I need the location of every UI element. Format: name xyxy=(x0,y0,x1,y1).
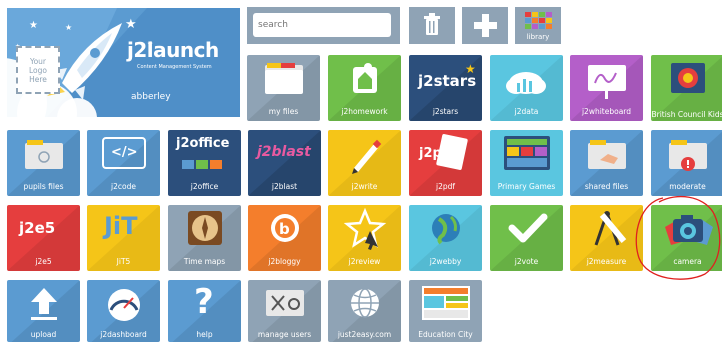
tile-label: shared files xyxy=(584,182,629,191)
tile-label: JiT5 xyxy=(116,257,131,266)
tile-label: moderate xyxy=(669,182,706,191)
tile-label: j2e5 xyxy=(35,257,52,266)
tile-label: just2easy.com xyxy=(337,330,392,339)
tile-label: j2bloggy xyxy=(268,257,301,266)
tile-label: Primary Games xyxy=(497,182,556,191)
tile-j2pdf[interactable]: j2pdf j2pdf xyxy=(409,130,482,196)
tile-j2whiteboard[interactable]: j2whiteboard xyxy=(570,55,643,121)
tile-my-files[interactable]: my files xyxy=(247,55,320,121)
tile-just2easy[interactable]: just2easy.com xyxy=(328,280,401,342)
j2pdf-logo-text: j2pdf xyxy=(419,146,457,161)
tile-j2office[interactable]: j2office j2office xyxy=(168,130,241,196)
j2e5-logo-text: j2e5 xyxy=(19,219,56,237)
plus-icon xyxy=(474,14,497,37)
svg-text:b: b xyxy=(279,220,290,238)
tile-j2data[interactable]: j2data xyxy=(490,55,563,121)
tile-label: j2data xyxy=(514,107,539,116)
help-glyph: ? xyxy=(194,282,214,322)
jit-logo-text: JiT xyxy=(104,212,138,240)
tile-label: j2dashboard xyxy=(100,330,147,339)
tile-j2dashboard[interactable]: j2dashboard xyxy=(87,280,160,342)
tile-label: j2office xyxy=(190,182,219,191)
tile-label: j2pdf xyxy=(435,182,456,191)
logo-placeholder[interactable]: Your Logo Here xyxy=(16,46,60,94)
j2office-logo-text: j2office xyxy=(176,136,230,151)
tile-upload[interactable]: upload xyxy=(7,280,80,342)
tile-label: British Council Kids xyxy=(651,110,722,119)
tile-j2webby[interactable]: j2webby xyxy=(409,205,482,271)
tile-j2bloggy[interactable]: b j2bloggy xyxy=(248,205,321,271)
tile-jit5[interactable]: JiT JiT5 xyxy=(87,205,160,271)
tile-british-council[interactable]: British Council Kids xyxy=(651,55,722,121)
annotation-circle xyxy=(635,195,721,280)
code-glyph: </> xyxy=(111,145,138,160)
add-button[interactable] xyxy=(462,7,508,44)
tile-help[interactable]: ? help xyxy=(168,280,241,342)
tile-j2blast[interactable]: j2blast j2blast xyxy=(248,130,321,196)
tile-label: my files xyxy=(268,107,299,116)
library-label: library xyxy=(526,33,550,41)
j2blast-logo-text: j2blast xyxy=(257,144,311,160)
tile-label: Education City xyxy=(418,330,473,339)
tile-j2vote[interactable]: j2vote xyxy=(490,205,563,271)
tile-label: manage users xyxy=(257,330,312,339)
tile-primary-games[interactable]: Primary Games xyxy=(490,130,563,196)
svg-text:★: ★ xyxy=(65,23,72,32)
tile-label: j2write xyxy=(351,182,378,191)
tile-moderate[interactable]: moderate xyxy=(651,130,722,196)
tile-label: j2stars xyxy=(432,107,459,116)
j2launch-banner: ★ ★ ★ ★ ★ Your Logo Here j2launch Conten… xyxy=(7,8,240,117)
tile-label: j2webby xyxy=(429,257,462,266)
logo-placeholder-text: Your Logo Here xyxy=(29,56,47,84)
tile-shared-files[interactable]: shared files xyxy=(570,130,643,196)
tile-label: j2review xyxy=(348,257,381,266)
tile-label: j2code xyxy=(111,182,136,191)
tile-time-maps[interactable]: Time maps xyxy=(168,205,241,271)
tile-label: j2whiteboard xyxy=(581,107,632,116)
tile-label: j2homework xyxy=(341,107,388,116)
tile-label: j2vote xyxy=(514,257,539,266)
tile-label: upload xyxy=(30,330,57,339)
j2stars-logo-text: j2stars xyxy=(418,72,477,90)
search-input[interactable] xyxy=(253,13,391,37)
tile-label: help xyxy=(196,330,213,339)
app-title: j2launch xyxy=(127,38,219,62)
app-subtitle: Content Management System xyxy=(137,64,212,70)
tile-j2review[interactable]: j2review xyxy=(328,205,401,271)
library-button[interactable]: library xyxy=(515,7,561,44)
tile-j2homework[interactable]: j2homework xyxy=(328,55,401,121)
tile-manage-users[interactable]: manage users xyxy=(248,280,321,342)
search-panel xyxy=(247,7,400,44)
tile-label: pupils files xyxy=(23,182,64,191)
tile-j2code[interactable]: </> j2code xyxy=(87,130,160,196)
trash-icon xyxy=(424,13,440,35)
tile-label: Time maps xyxy=(183,257,226,266)
tile-j2write[interactable]: j2write xyxy=(328,130,401,196)
school-name: abberley xyxy=(131,92,171,102)
tile-education-city[interactable]: Education City xyxy=(409,280,482,342)
svg-text:★: ★ xyxy=(125,17,137,32)
tile-label: j2blast xyxy=(271,182,298,191)
delete-button[interactable] xyxy=(409,7,455,44)
tile-j2stars[interactable]: ★ j2stars j2stars xyxy=(409,55,482,121)
svg-text:★: ★ xyxy=(29,20,38,31)
tile-j2e5[interactable]: j2e5 j2e5 xyxy=(7,205,80,271)
tile-pupils-files[interactable]: pupils files xyxy=(7,130,80,196)
